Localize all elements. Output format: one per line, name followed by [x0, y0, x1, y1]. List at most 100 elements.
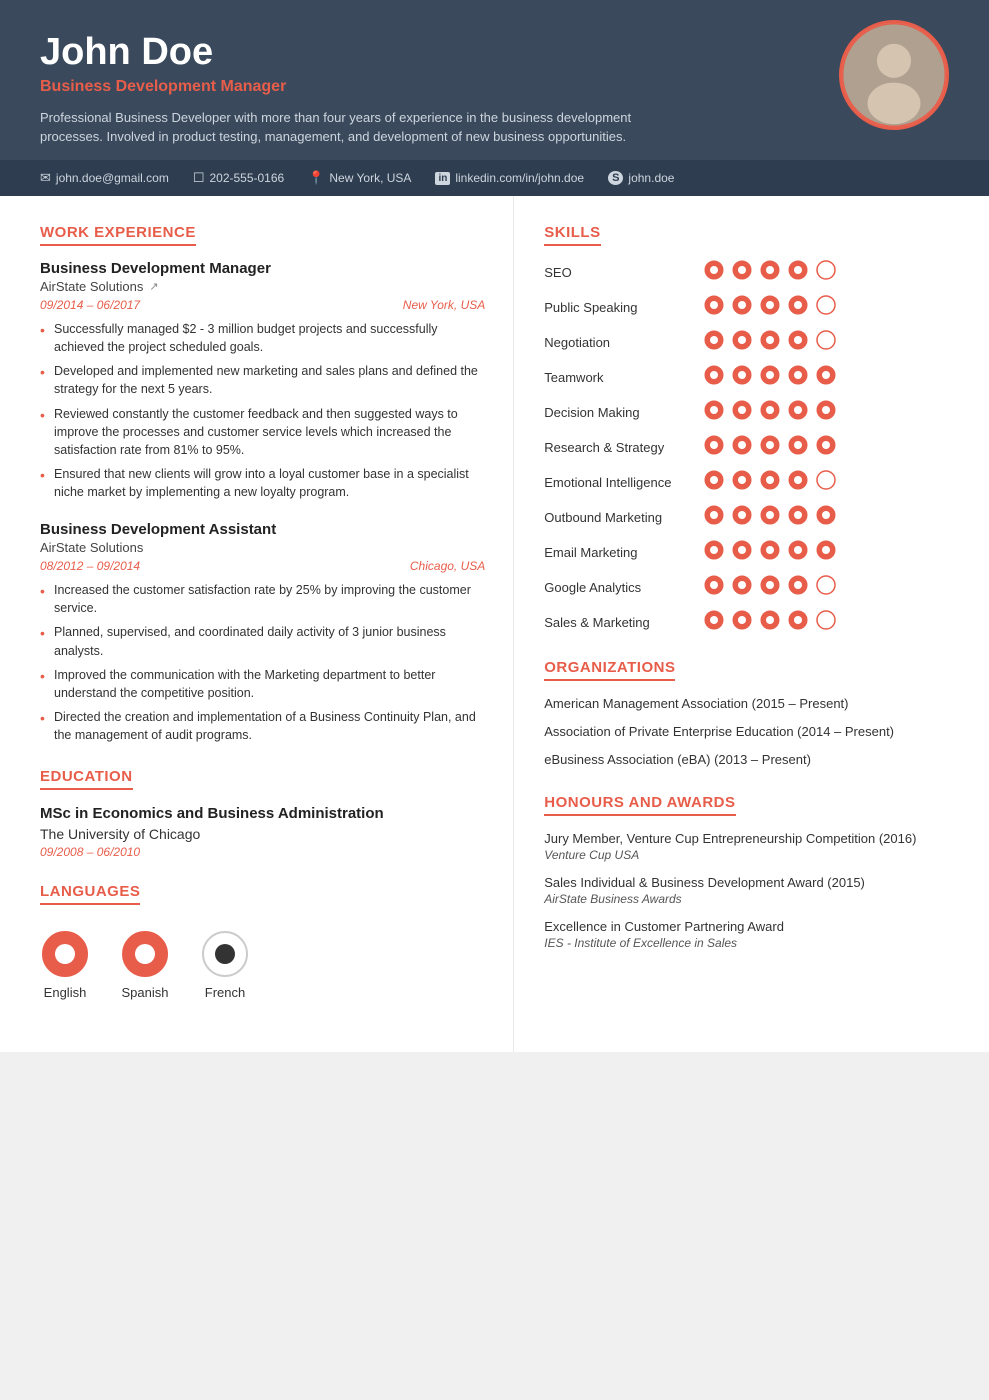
candidate-name: John Doe [40, 32, 949, 74]
award-item: Sales Individual & Business Development … [544, 874, 961, 906]
organization-item: Association of Private Enterprise Educat… [544, 723, 961, 741]
skill-dot [788, 610, 808, 635]
spanish-circle [120, 929, 170, 979]
organizations-list: American Management Association (2015 – … [544, 695, 961, 770]
skill-dots [704, 400, 836, 425]
job-2-meta: 08/2012 – 09/2014 Chicago, USA [40, 559, 485, 573]
skill-dot [760, 610, 780, 635]
languages-title: LANGUAGES [40, 883, 140, 905]
contact-location: 📍 New York, USA [308, 170, 411, 186]
skill-dot [704, 505, 724, 530]
education-title: EDUCATION [40, 768, 133, 790]
resume-container: John Doe Business Development Manager Pr… [0, 0, 989, 1052]
languages-section: LANGUAGES English [40, 883, 485, 1000]
skill-dot [760, 400, 780, 425]
candidate-summary: Professional Business Developer with mor… [40, 108, 640, 147]
skill-dot [788, 400, 808, 425]
skill-dot [704, 365, 724, 390]
skill-row: Google Analytics [544, 575, 961, 600]
linkedin-icon: in [435, 172, 450, 185]
skill-row: Research & Strategy [544, 435, 961, 460]
skill-row: Public Speaking [544, 295, 961, 320]
skill-dot [816, 540, 836, 565]
list-item: Improved the communication with the Mark… [40, 666, 485, 702]
french-circle [200, 929, 250, 979]
award-source: Venture Cup USA [544, 848, 961, 862]
list-item: Increased the customer satisfaction rate… [40, 581, 485, 617]
list-item: Successfully managed $2 - 3 million budg… [40, 320, 485, 356]
skill-name: Sales & Marketing [544, 615, 704, 630]
skill-row: SEO [544, 260, 961, 285]
job-2-bullets: Increased the customer satisfaction rate… [40, 581, 485, 744]
education-degree: MSc in Economics and Business Administra… [40, 804, 485, 824]
skill-dot [816, 295, 836, 320]
organizations-title: ORGANIZATIONS [544, 659, 675, 681]
honours-list: Jury Member, Venture Cup Entrepreneurshi… [544, 830, 961, 951]
honours-section: HONOURS AND AWARDS Jury Member, Venture … [544, 794, 961, 951]
skills-title: SKILLS [544, 224, 600, 246]
skills-list: SEO Public Speaking Negotiation Teamwork Dec… [544, 260, 961, 635]
contact-skype: S john.doe [608, 171, 674, 185]
skill-dots [704, 470, 836, 495]
skill-name: Decision Making [544, 405, 704, 420]
skill-name: Google Analytics [544, 580, 704, 595]
phone-icon: ☐ [193, 170, 205, 186]
language-french: French [200, 929, 250, 1000]
skill-dot [732, 505, 752, 530]
skill-row: Negotiation [544, 330, 961, 355]
skill-dot [732, 365, 752, 390]
contact-phone: ☐ 202-555-0166 [193, 170, 284, 186]
skill-dot [704, 400, 724, 425]
skill-dot [732, 435, 752, 460]
skill-name: Email Marketing [544, 545, 704, 560]
job-2: Business Development Assistant AirState … [40, 521, 485, 744]
skill-row: Emotional Intelligence [544, 470, 961, 495]
skill-dot [788, 470, 808, 495]
list-item: Developed and implemented new marketing … [40, 362, 485, 398]
skill-dots [704, 505, 836, 530]
skill-dot [732, 540, 752, 565]
skill-dot [704, 470, 724, 495]
email-icon: ✉ [40, 170, 51, 186]
skill-row: Teamwork [544, 365, 961, 390]
profile-photo [839, 20, 949, 130]
list-item: Ensured that new clients will grow into … [40, 465, 485, 501]
candidate-title: Business Development Manager [40, 78, 949, 96]
french-label: French [205, 985, 245, 1000]
skill-dot [760, 435, 780, 460]
skill-dot [816, 365, 836, 390]
skill-dot [816, 505, 836, 530]
skill-name: Emotional Intelligence [544, 475, 704, 490]
award-source: IES - Institute of Excellence in Sales [544, 936, 961, 950]
job-1-title: Business Development Manager [40, 260, 485, 277]
work-experience-title: WORK EXPERIENCE [40, 224, 196, 246]
skill-dot [760, 260, 780, 285]
skill-dot [732, 575, 752, 600]
skype-icon: S [608, 171, 623, 185]
skill-dot [732, 610, 752, 635]
header-section: John Doe Business Development Manager Pr… [0, 0, 989, 160]
languages-row: English Spanish [40, 929, 485, 1000]
skill-dots [704, 330, 836, 355]
english-label: English [44, 985, 87, 1000]
location-icon: 📍 [308, 170, 324, 186]
skill-dot [732, 330, 752, 355]
honours-title: HONOURS AND AWARDS [544, 794, 735, 816]
skill-name: Research & Strategy [544, 440, 704, 455]
job-2-company: AirState Solutions [40, 540, 485, 555]
skill-dot [816, 435, 836, 460]
job-1-location: New York, USA [403, 298, 485, 312]
list-item: Directed the creation and implementation… [40, 708, 485, 744]
job-1-dates: 09/2014 – 06/2017 [40, 298, 140, 312]
education-dates: 09/2008 – 06/2010 [40, 845, 485, 859]
skill-dot [704, 260, 724, 285]
skill-dot [704, 610, 724, 635]
skill-dot [816, 260, 836, 285]
skill-row: Decision Making [544, 400, 961, 425]
skill-dot [816, 610, 836, 635]
contact-bar: ✉ john.doe@gmail.com ☐ 202-555-0166 📍 Ne… [0, 160, 989, 196]
award-item: Excellence in Customer Partnering AwardI… [544, 918, 961, 950]
external-link-icon: ↗ [149, 280, 158, 293]
skill-name: Teamwork [544, 370, 704, 385]
skill-dot [760, 540, 780, 565]
